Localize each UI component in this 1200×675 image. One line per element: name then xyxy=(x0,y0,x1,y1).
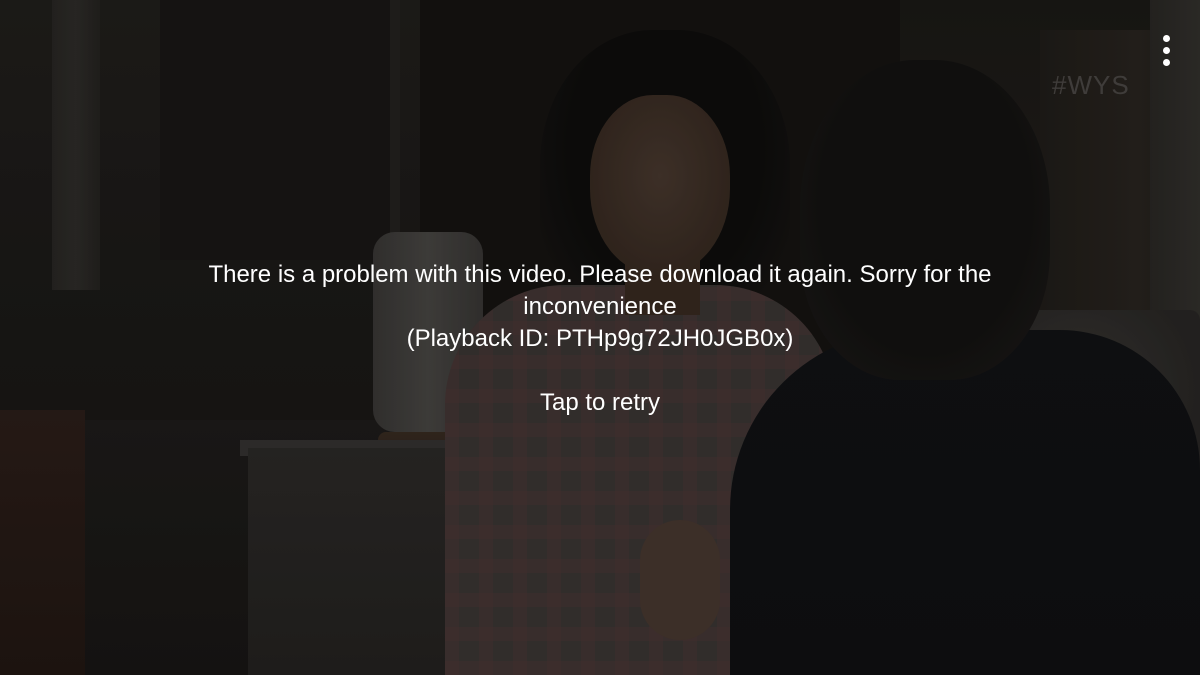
more-vert-icon xyxy=(1162,34,1170,42)
more-options-button[interactable] xyxy=(1148,28,1184,72)
error-message: There is a problem with this video. Plea… xyxy=(208,261,992,320)
playback-error: There is a problem with this video. Plea… xyxy=(200,259,1000,419)
retry-button[interactable]: Tap to retry xyxy=(540,387,660,419)
video-player[interactable]: #WYS There is a problem with this video.… xyxy=(0,0,1200,675)
playback-id: (Playback ID: PTHp9g72JH0JGB0x) xyxy=(406,325,794,352)
